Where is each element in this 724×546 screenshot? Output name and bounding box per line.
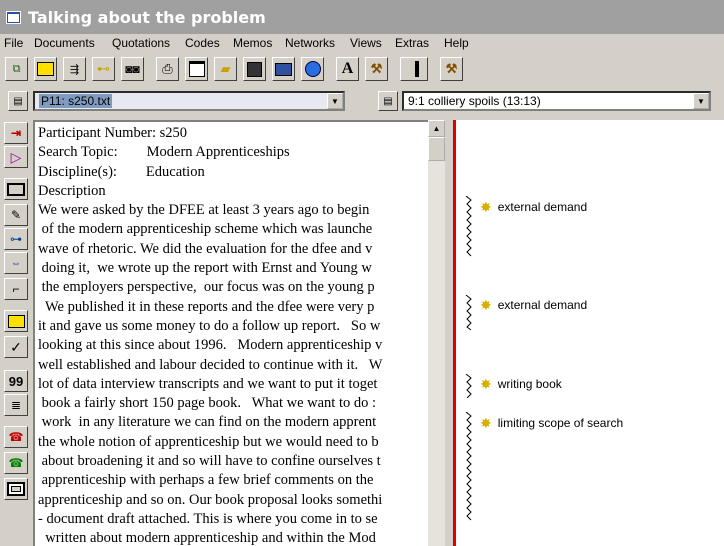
menu-codes[interactable]: Codes bbox=[185, 36, 220, 50]
globe-icon[interactable] bbox=[301, 57, 324, 81]
menu-bar: File Documents Quotations Codes Memos Ne… bbox=[0, 34, 724, 54]
window-icon[interactable] bbox=[185, 57, 208, 81]
doc-line: Participant Number: s250 bbox=[38, 125, 188, 141]
code-entry[interactable]: ✸ external demand bbox=[480, 197, 587, 217]
code-label: limiting scope of search bbox=[497, 416, 624, 430]
code-tree-icon[interactable]: ⊷ bbox=[92, 57, 115, 81]
hammer2-icon[interactable]: ⚒ bbox=[440, 57, 463, 81]
split-icon[interactable]: ⌐ bbox=[4, 278, 28, 300]
yellow-box-icon[interactable] bbox=[4, 310, 28, 332]
doc-line: the employers perspective, our focus was… bbox=[38, 279, 375, 296]
doc-line: looking at this since about 1996. Modern… bbox=[38, 337, 383, 354]
document-scrollbar[interactable]: ▲ bbox=[428, 120, 445, 546]
doc-line: about broadening it and so will have to … bbox=[38, 453, 381, 470]
scroll-thumb[interactable] bbox=[428, 137, 445, 161]
quote-99-icon[interactable]: 99 bbox=[4, 370, 28, 392]
code-star-icon: ✸ bbox=[480, 198, 492, 215]
menu-file[interactable]: File bbox=[4, 36, 23, 50]
document-pane[interactable]: Participant Number: s250 Search Topic: M… bbox=[33, 120, 428, 546]
menu-views[interactable]: Views bbox=[350, 36, 382, 50]
printer-icon[interactable]: ⎙ bbox=[156, 57, 179, 81]
margin-area: ✸ external demand ✸ external demand ✸ wr… bbox=[456, 120, 724, 546]
menu-quotations[interactable]: Quotations bbox=[112, 36, 170, 50]
doc-line: - document draft attached. This is where… bbox=[38, 510, 378, 527]
quotation-bracket[interactable] bbox=[464, 412, 472, 522]
doc-line: We published it in these reports and the… bbox=[38, 298, 375, 315]
document-list-icon[interactable]: ▤ bbox=[8, 91, 28, 111]
code-entry[interactable]: ✸ external demand bbox=[480, 295, 587, 315]
hierarchy-icon[interactable]: ⊶ bbox=[4, 228, 28, 250]
menu-networks[interactable]: Networks bbox=[285, 36, 335, 50]
phone-red-icon[interactable]: ☎ bbox=[4, 426, 28, 448]
doc-line: apprenticeship with perhaps a few brief … bbox=[38, 472, 374, 489]
doc-line: We were asked by the DFEE at least 3 yea… bbox=[38, 202, 370, 219]
doc-line: Description bbox=[38, 182, 106, 199]
back-icon[interactable] bbox=[400, 57, 428, 81]
screen-icon[interactable] bbox=[272, 57, 295, 81]
doc-line: well established and labour decided to c… bbox=[38, 356, 383, 373]
rectangle-icon[interactable] bbox=[4, 178, 28, 200]
frame-icon[interactable] bbox=[4, 478, 28, 500]
font-a-icon[interactable]: A bbox=[336, 57, 359, 81]
window-title: Talking about the problem bbox=[28, 8, 266, 27]
quotation-bracket[interactable] bbox=[464, 196, 472, 258]
doc-line: of the modern apprenticeship scheme whic… bbox=[38, 221, 373, 238]
code-star-icon: ✸ bbox=[480, 414, 492, 431]
text-add-icon[interactable]: ⇶ bbox=[63, 57, 86, 81]
window-icon bbox=[6, 11, 21, 24]
chevron-down-icon[interactable]: ▼ bbox=[693, 93, 709, 109]
side-toolbar: ⇥ ▷ ✎ ⊶ ⇔ ⌐ ✓ 99 ≣ ☎ ☎ bbox=[0, 118, 33, 546]
document-selector-value: P11: s250.txt bbox=[39, 94, 113, 108]
memo-icon[interactable]: ≣ bbox=[4, 394, 28, 416]
phone-green-icon[interactable]: ☎ bbox=[4, 452, 28, 474]
quotation-bracket[interactable] bbox=[464, 374, 472, 398]
menu-extras[interactable]: Extras bbox=[395, 36, 429, 50]
code-star-icon: ✸ bbox=[480, 375, 492, 392]
code-label: external demand bbox=[497, 298, 588, 312]
doc-line: book a fairly short 150 page book. What … bbox=[38, 395, 376, 412]
yellow-box-icon[interactable] bbox=[34, 57, 57, 81]
save-disk-icon[interactable] bbox=[243, 57, 266, 81]
menu-help[interactable]: Help bbox=[444, 36, 469, 50]
binoculars-icon[interactable]: ◙◙ bbox=[121, 57, 144, 81]
code-label: external demand bbox=[497, 200, 588, 214]
quotation-bracket[interactable] bbox=[464, 295, 472, 331]
title-bar: Talking about the problem bbox=[0, 0, 724, 34]
edit-icon[interactable]: ✎ bbox=[4, 204, 28, 226]
open-folder-icon[interactable]: ▰ bbox=[214, 57, 237, 81]
doc-line: apprenticeship and so on. Our book propo… bbox=[38, 491, 383, 508]
doc-line: written about modern apprenticeship and … bbox=[38, 530, 376, 546]
tag-icon[interactable]: ▷ bbox=[4, 146, 28, 168]
pane-divider[interactable] bbox=[445, 120, 453, 546]
menu-documents[interactable]: Documents bbox=[34, 36, 95, 50]
code-star-icon: ✸ bbox=[480, 296, 492, 313]
hammer-icon[interactable]: ⚒ bbox=[365, 57, 388, 81]
scroll-up-icon[interactable]: ▲ bbox=[428, 120, 445, 137]
quotation-selector[interactable]: 9:1 colliery spoils (13:13) ▼ bbox=[402, 91, 711, 111]
document-text: Participant Number: s250 Search Topic: M… bbox=[38, 124, 428, 546]
main-toolbar: ⧉ ⇶ ⊷ ◙◙ ⎙ ▰ A ⚒ ⚒ bbox=[0, 54, 724, 88]
doc-line: lot of data interview transcripts and we… bbox=[38, 375, 378, 392]
doc-line: the whole notion of apprenticeship but w… bbox=[38, 433, 379, 450]
code-link-icon[interactable]: ⇔ bbox=[4, 252, 28, 274]
chevron-down-icon[interactable]: ▼ bbox=[327, 93, 343, 109]
code-label: writing book bbox=[497, 377, 562, 391]
code-quote-icon[interactable]: ⇥ bbox=[4, 122, 28, 144]
doc-line: work in any literature we can find on th… bbox=[38, 414, 377, 431]
quotation-selector-value: 9:1 colliery spoils (13:13) bbox=[408, 94, 541, 108]
doc-line: Search Topic: Modern Apprenticeships bbox=[38, 144, 290, 161]
document-selector[interactable]: P11: s250.txt ▼ bbox=[33, 91, 345, 111]
code-entry[interactable]: ✸ limiting scope of search bbox=[480, 413, 623, 433]
quotation-list-icon[interactable]: ▤ bbox=[378, 91, 398, 111]
doc-line: it and gave us some money to do a follow… bbox=[38, 317, 381, 334]
doc-line: wave of rhetoric. We did the evaluation … bbox=[38, 240, 373, 257]
menu-memos[interactable]: Memos bbox=[233, 36, 272, 50]
doc-line: doing it, we wrote up the report with Er… bbox=[38, 260, 372, 277]
doc-line: Discipline(s): Education bbox=[38, 163, 205, 180]
check-icon[interactable]: ✓ bbox=[4, 336, 28, 358]
selector-row: ▤ P11: s250.txt ▼ ▤ 9:1 colliery spoils … bbox=[0, 88, 724, 116]
code-entry[interactable]: ✸ writing book bbox=[480, 374, 562, 394]
network-icon[interactable]: ⧉ bbox=[5, 57, 28, 81]
